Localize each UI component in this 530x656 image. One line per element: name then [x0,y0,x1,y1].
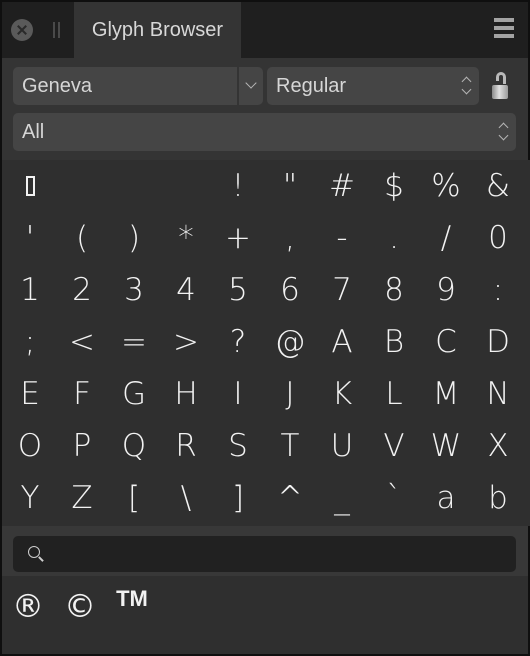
glyph-cell[interactable]: # [316,160,368,212]
glyph-cell[interactable]: H [160,368,212,420]
recent-glyphs: ® © TM [2,576,528,654]
glyph-cell[interactable]: , [264,212,316,264]
glyph-cell[interactable]: 6 [264,264,316,316]
glyph-cell[interactable]: " [264,160,316,212]
glyph-cell[interactable]: = [108,316,160,368]
glyph-cell[interactable]: . [368,212,420,264]
hamburger-menu-icon[interactable] [494,18,514,40]
glyph-cell[interactable]: G [108,368,160,420]
drag-grip-icon[interactable] [53,22,61,38]
glyph-cell[interactable]: ^ [264,472,316,524]
glyph-cell[interactable]: 8 [368,264,420,316]
glyph-cell[interactable]: b [472,472,524,524]
glyph-cell[interactable]: ? [212,316,264,368]
unlocked-padlock-icon[interactable] [492,72,510,100]
glyph-cell[interactable]: B [368,316,420,368]
glyph-cell[interactable]: 5 [212,264,264,316]
glyph-cell[interactable] [160,160,212,212]
glyph-cell[interactable] [108,160,160,212]
glyph-cell[interactable]: 3 [108,264,160,316]
font-style-value: Regular [276,75,347,97]
glyph-cell[interactable]: R [160,420,212,472]
glyph-cell[interactable]: M [420,368,472,420]
recent-glyph-trademark[interactable]: TM [106,586,158,626]
glyph-cell[interactable]: I [212,368,264,420]
font-controls: Geneva Regular All [2,58,528,160]
category-select[interactable]: All [13,113,516,151]
category-value: All [22,121,45,143]
glyph-cell[interactable]: C [420,316,472,368]
glyph-cell[interactable]: S [212,420,264,472]
glyph-cell[interactable]: & [472,160,524,212]
glyph-cell[interactable]: / [420,212,472,264]
glyph-cell[interactable]: K [316,368,368,420]
glyph-cell[interactable]: a [420,472,472,524]
font-family-field[interactable]: Geneva [13,67,237,105]
glyph-cell[interactable]: N [472,368,524,420]
recent-glyph-registered[interactable]: ® [2,586,54,626]
glyph-cell[interactable]: X [472,420,524,472]
glyph-cell[interactable]: \ [160,472,212,524]
glyph-cell[interactable]: < [56,316,108,368]
glyph-cell[interactable]: Z [56,472,108,524]
glyph-cell[interactable]: U [316,420,368,472]
glyph-cell[interactable]: 2 [56,264,108,316]
glyph-grid: ! " # $% & '() * +, -./0 1 2 3 4 5 6 7 8 9:; < = >? @ A B C D E F G H… [2,160,530,526]
glyph-cell[interactable]: ) [108,212,160,264]
glyph-cell[interactable]: E [4,368,56,420]
glyph-cell[interactable]: - [316,212,368,264]
glyph-cell[interactable]: D [472,316,524,368]
glyph-cell[interactable]: A [316,316,368,368]
notdef-glyph-icon [25,176,35,196]
glyph-cell[interactable]: P [56,420,108,472]
glyph-cell[interactable]: : [472,264,524,316]
glyph-cell[interactable]: _ [316,472,368,524]
glyph-cell[interactable]: ( [56,212,108,264]
glyph-cell[interactable]: ; [4,316,56,368]
up-down-chevron-icon [461,75,472,97]
glyph-cell[interactable]: Q [108,420,160,472]
glyph-cell[interactable]: > [160,316,212,368]
search-bar [2,526,528,576]
font-style-select[interactable]: Regular [267,67,479,105]
glyph-cell[interactable]: 1 [4,264,56,316]
glyph-cell[interactable]: Y [4,472,56,524]
glyph-cell[interactable]: ` [368,472,420,524]
glyph-cell[interactable]: @ [264,316,316,368]
glyph-cell[interactable] [56,160,108,212]
glyph-cell[interactable]: * [160,212,212,264]
glyph-cell[interactable]: V [368,420,420,472]
glyph-cell[interactable]: + [212,212,264,264]
glyph-cell[interactable]: O [4,420,56,472]
title-bar: Glyph Browser [2,2,528,58]
glyph-cell[interactable]: % [420,160,472,212]
glyph-cell[interactable]: $ [368,160,420,212]
glyph-cell[interactable]: L [368,368,420,420]
close-icon[interactable] [11,19,33,41]
up-down-chevron-icon [498,121,509,143]
glyph-cell[interactable]: W [420,420,472,472]
glyph-cell[interactable]: T [264,420,316,472]
glyph-cell[interactable]: J [264,368,316,420]
chevron-down-icon [245,77,257,89]
glyph-search-input[interactable] [13,536,516,572]
glyph-cell[interactable]: ! [212,160,264,212]
recent-glyph-copyright[interactable]: © [54,586,106,626]
glyph-cell[interactable]: 9 [420,264,472,316]
glyph-cell[interactable]: ] [212,472,264,524]
glyph-cell[interactable]: 7 [316,264,368,316]
tab-glyph-browser[interactable]: Glyph Browser [74,2,241,58]
font-family-dropdown-button[interactable] [239,67,263,105]
glyph-cell[interactable]: F [56,368,108,420]
glyph-browser-panel: Glyph Browser Geneva Regular All ! " # $% & '… [2,2,530,654]
glyph-cell[interactable]: ' [4,212,56,264]
glyph-cell[interactable]: 4 [160,264,212,316]
glyph-cell[interactable]: [ [108,472,160,524]
glyph-cell[interactable]: 0 [472,212,524,264]
glyph-cell[interactable] [4,160,56,212]
